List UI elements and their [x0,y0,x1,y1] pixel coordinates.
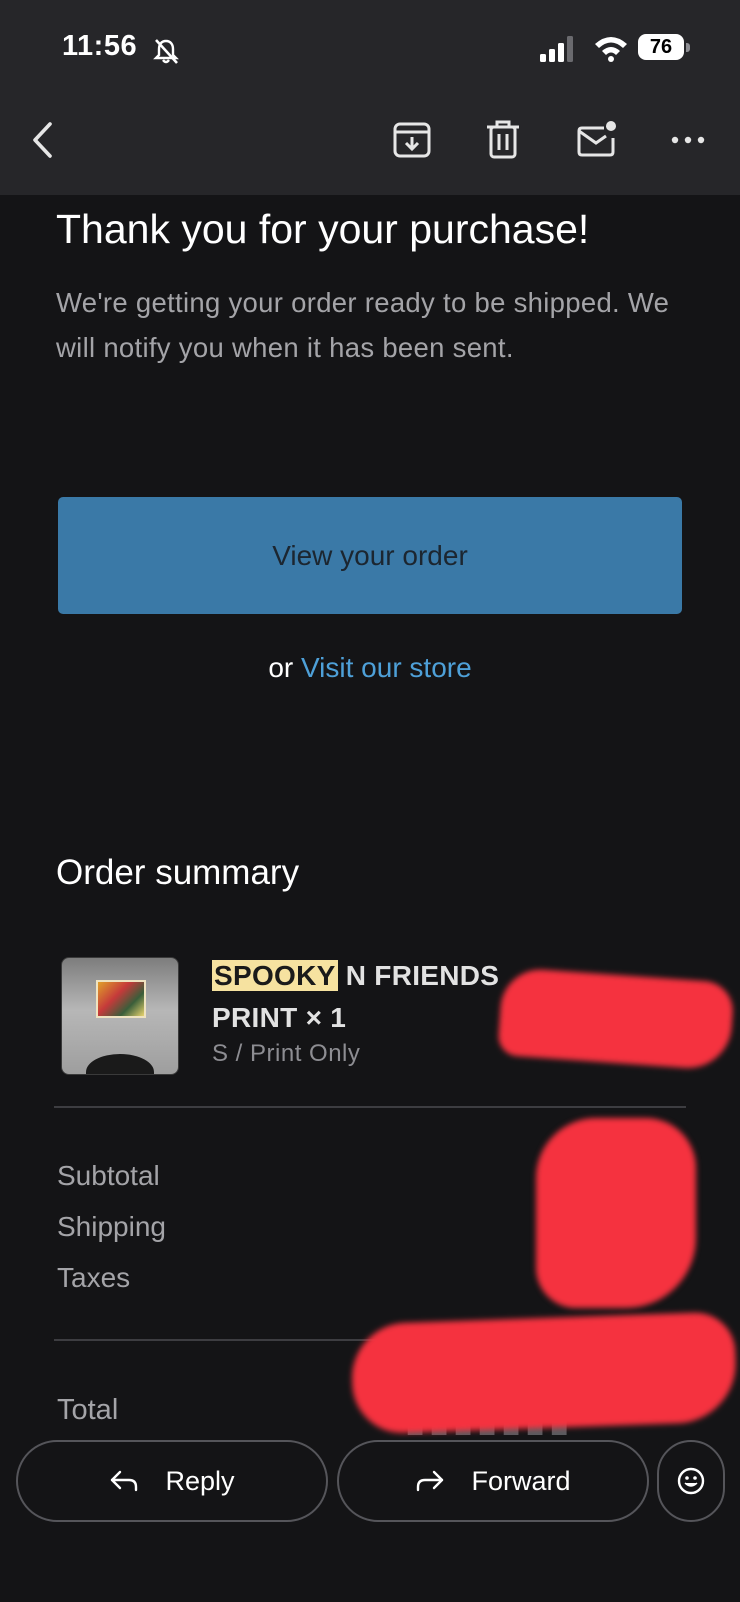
thumbnail-artwork [96,980,146,1018]
back-arrow-icon[interactable] [22,118,66,162]
battery-nub [686,43,690,52]
smiley-icon [677,1467,705,1495]
bell-off-icon [153,39,179,64]
redaction-mark [350,1311,738,1435]
thumbnail-chair [86,1054,154,1074]
email-heading: Thank you for your purchase! [56,206,590,252]
product-thumbnail [61,957,179,1075]
product-name: SPOOKY N FRIENDS PRINT × 1 [212,955,522,1039]
product-name-highlight: SPOOKY [212,960,338,991]
archive-icon[interactable] [390,118,434,162]
status-time: 11:56 [62,30,138,62]
emoji-reaction-button[interactable] [657,1440,725,1522]
cellular-signal-icon [540,36,573,62]
forward-button[interactable]: Forward [337,1440,649,1522]
divider [54,1106,686,1108]
reply-icon [111,1470,138,1492]
visit-store-link[interactable]: Visit our store [301,652,472,683]
redaction-mark [536,1118,696,1308]
forward-label: Forward [471,1465,571,1496]
taxes-label: Taxes [57,1262,131,1293]
top-bar: 11:56 76 [0,0,740,195]
battery-indicator: 76 [638,34,692,62]
redaction-mark [497,967,735,1071]
order-summary-title: Order summary [56,853,300,892]
trash-icon[interactable] [481,118,525,162]
wifi-icon [595,37,627,62]
total-label: Total [57,1394,119,1426]
forward-icon [417,1470,444,1492]
more-icon[interactable] [666,118,710,162]
product-variant: S / Print Only [212,1040,361,1067]
shipping-label: Shipping [57,1211,166,1242]
reply-label: Reply [165,1465,235,1496]
store-line: or Visit our store [0,652,740,684]
mark-unread-icon[interactable] [574,118,618,162]
battery-level: 76 [638,34,684,60]
view-order-button[interactable]: View your order [58,497,682,614]
or-text: or [268,652,294,683]
reply-button[interactable]: Reply [16,1440,328,1522]
email-body-text: We're getting your order ready to be shi… [56,287,670,363]
subtotal-label: Subtotal [57,1160,160,1191]
